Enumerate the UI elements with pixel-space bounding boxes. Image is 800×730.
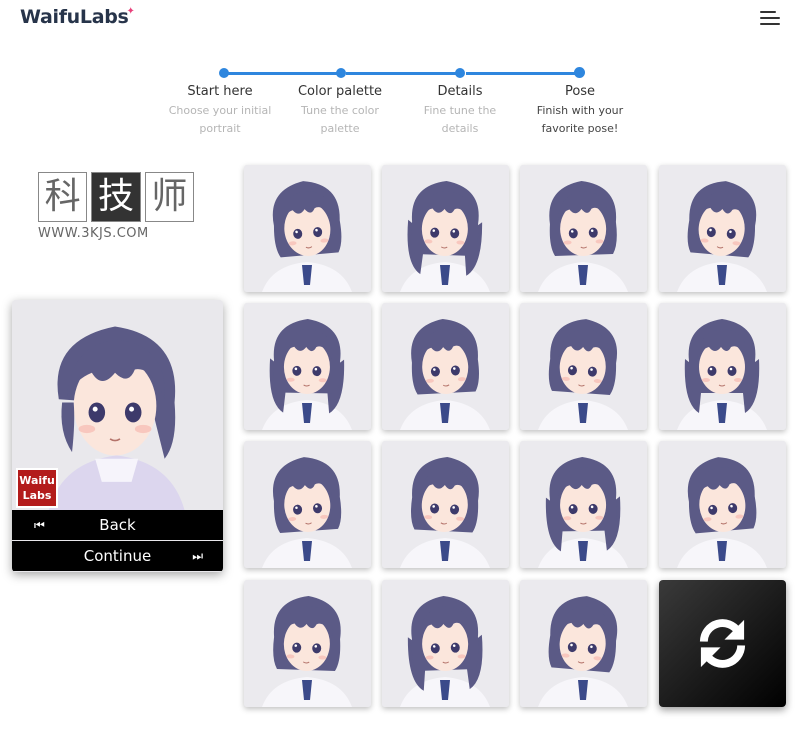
continue-label: Continue — [83, 547, 152, 565]
step-connector — [466, 72, 578, 75]
step-desc: Tune the color palette — [301, 104, 379, 135]
step-dot — [455, 68, 465, 78]
step-title: Details — [437, 84, 483, 99]
portrait-option[interactable] — [244, 165, 371, 292]
refresh-icon — [699, 619, 746, 668]
portrait-option[interactable] — [382, 303, 509, 430]
step-title: Start here — [187, 84, 253, 99]
step-title: Pose — [564, 84, 596, 99]
portrait-option[interactable] — [520, 441, 647, 568]
back-label: Back — [99, 516, 136, 534]
step-title: Color palette — [297, 84, 383, 99]
step-dot-current — [574, 67, 585, 78]
continue-button[interactable]: Continue ⏭ — [12, 541, 223, 571]
watermark-url: WWW.3KJS.COM — [38, 226, 149, 241]
portrait-option[interactable] — [244, 303, 371, 430]
step-desc: Choose your initial portrait — [168, 104, 272, 135]
portrait-option[interactable] — [244, 441, 371, 568]
step-desc: Finish with your favorite pose! — [536, 104, 624, 135]
portrait-option[interactable] — [659, 165, 786, 292]
step-start[interactable]: Start here Choose your initial portrait — [160, 84, 280, 138]
portrait-option[interactable] — [382, 165, 509, 292]
step-details[interactable]: Details Fine tune the details — [400, 84, 520, 138]
step-connector — [226, 72, 338, 75]
portrait-option[interactable] — [659, 441, 786, 568]
step-dot — [336, 68, 346, 78]
skip-forward-icon: ⏭ — [192, 549, 203, 563]
step-color-palette[interactable]: Color palette Tune the color palette — [280, 84, 400, 138]
step-pose[interactable]: Pose Finish with your favorite pose! — [520, 84, 640, 138]
refresh-button[interactable] — [659, 580, 786, 707]
portrait-option[interactable] — [659, 303, 786, 430]
portrait-option[interactable] — [244, 580, 371, 707]
watermark-char: 师 — [144, 172, 194, 222]
watermark: 科 技 师 WWW.3KJS.COM — [38, 172, 198, 241]
step-connector — [346, 72, 458, 75]
selected-portrait-card: Waifu Labs ⏮ Back Continue ⏭ — [12, 300, 223, 572]
progress-stepper: Start here Choose your initial portrait … — [160, 64, 640, 144]
step-desc: Fine tune the details — [423, 104, 497, 135]
hamburger-menu-icon[interactable] — [760, 10, 780, 26]
skip-back-icon: ⏮ — [34, 518, 45, 532]
watermark-char: 科 — [38, 172, 88, 222]
portrait-option[interactable] — [382, 580, 509, 707]
back-button[interactable]: ⏮ Back — [12, 510, 223, 540]
sparkle-icon: ✦ — [126, 6, 135, 17]
portrait-option[interactable] — [382, 441, 509, 568]
step-dot — [219, 68, 229, 78]
watermark-char: 技 — [91, 172, 141, 222]
waifulabs-badge: Waifu Labs — [16, 468, 58, 508]
logo[interactable]: WaifuLabs✦ — [20, 6, 135, 28]
portrait-option[interactable] — [520, 165, 647, 292]
portrait-option[interactable] — [520, 580, 647, 707]
portrait-option[interactable] — [520, 303, 647, 430]
